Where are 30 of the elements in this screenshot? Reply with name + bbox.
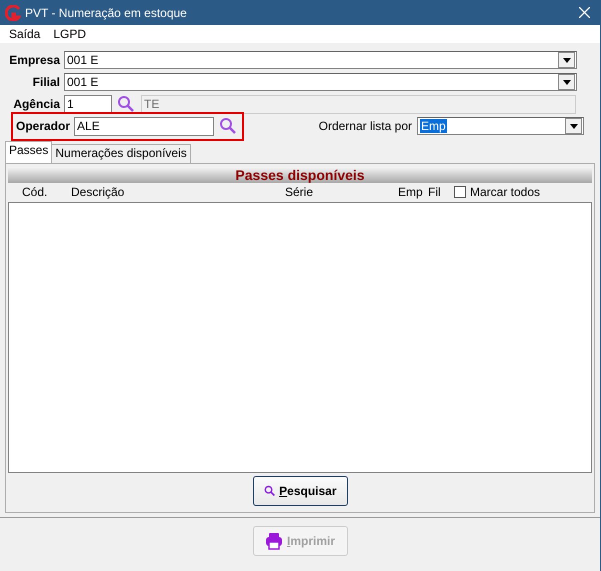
- panel-header: Passes disponíveis: [8, 167, 592, 183]
- caret-icon: [562, 80, 570, 84]
- tab[interactable]: Numerações disponíveis: [51, 144, 191, 163]
- search-button[interactable]: Pesquisar: [252, 476, 348, 506]
- caret-icon: [570, 124, 578, 128]
- description-field: TE: [141, 94, 576, 114]
- dropdown-field[interactable]: 001 E: [64, 51, 577, 69]
- input-field[interactable]: 1: [64, 94, 112, 114]
- column-header: Fil: [428, 185, 442, 199]
- printer-icon: [264, 532, 283, 550]
- checkbox[interactable]: [454, 186, 466, 198]
- field-label: Filial: [32, 75, 61, 89]
- column-header: Cód.: [22, 185, 48, 199]
- checkbox-label: Marcar todos: [470, 185, 542, 199]
- sort-dropdown[interactable]: Emp: [417, 117, 584, 135]
- logo-icon: [5, 4, 21, 20]
- field-label: Agência: [12, 97, 62, 111]
- field-label: Empresa: [8, 53, 62, 67]
- column-header: Descrição: [71, 185, 126, 199]
- column-header: Emp: [398, 185, 424, 199]
- window-title: PVT - Numeração em estoque: [25, 6, 188, 20]
- input-field[interactable]: ALE: [74, 116, 214, 136]
- dropdown-field[interactable]: 001 E: [64, 73, 577, 91]
- menu-item[interactable]: Saída: [9, 27, 40, 41]
- field-label: Operador: [16, 119, 72, 133]
- menu-item[interactable]: LGPD: [53, 27, 86, 41]
- caret-icon: [562, 58, 570, 62]
- sort-label: Ordernar lista por: [318, 119, 412, 133]
- column-header: Série: [285, 185, 314, 199]
- tab[interactable]: Passes: [5, 141, 52, 163]
